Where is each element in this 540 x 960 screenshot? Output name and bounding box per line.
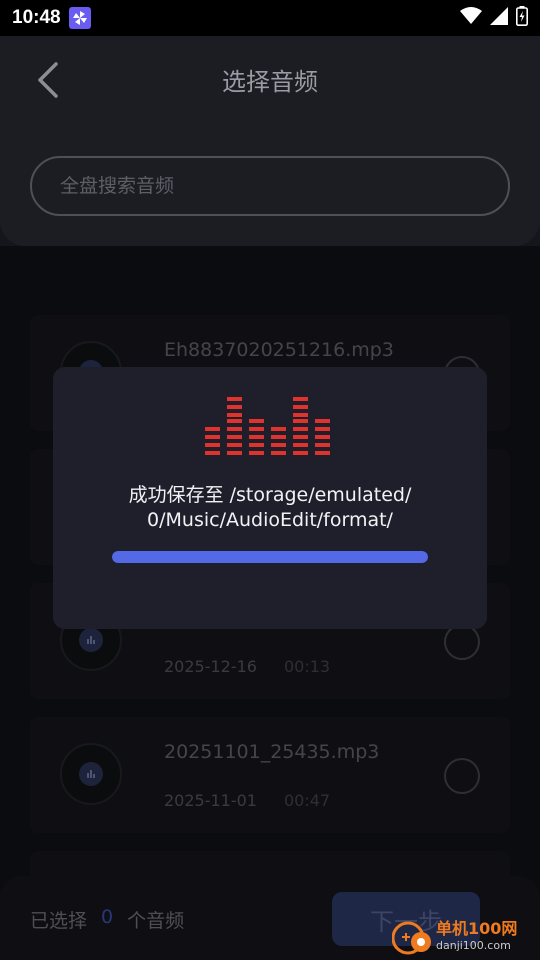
status-time: 10:48 [12,7,61,28]
progress-fill [112,551,428,563]
page-title: 选择音频 [222,68,318,96]
save-progress-dialog: 成功保存至 /storage/emulated/ 0/Music/AudioEd… [53,367,487,629]
dialog-message-line2: 0/Music/AudioEdit/format/ [147,509,393,531]
equalizer-icon [205,397,330,455]
status-bar: 10:48 [0,0,540,36]
progress-bar [112,551,428,563]
watermark-url: danji100.com [436,939,511,952]
dialog-message-line1: 成功保存至 /storage/emulated/ [128,484,412,506]
status-icons [460,6,528,30]
dialog-message: 成功保存至 /storage/emulated/ 0/Music/AudioEd… [73,483,467,533]
wifi-icon [460,7,482,29]
pinwheel-icon [68,7,91,29]
search-box[interactable] [30,156,510,216]
watermark: 单机100网 danji100.com [392,912,540,960]
signal-icon [490,7,508,29]
search-input[interactable] [60,175,460,197]
battery-icon [516,6,528,30]
watermark-name: 单机100网 [436,919,518,938]
danji-logo-icon [392,921,431,955]
